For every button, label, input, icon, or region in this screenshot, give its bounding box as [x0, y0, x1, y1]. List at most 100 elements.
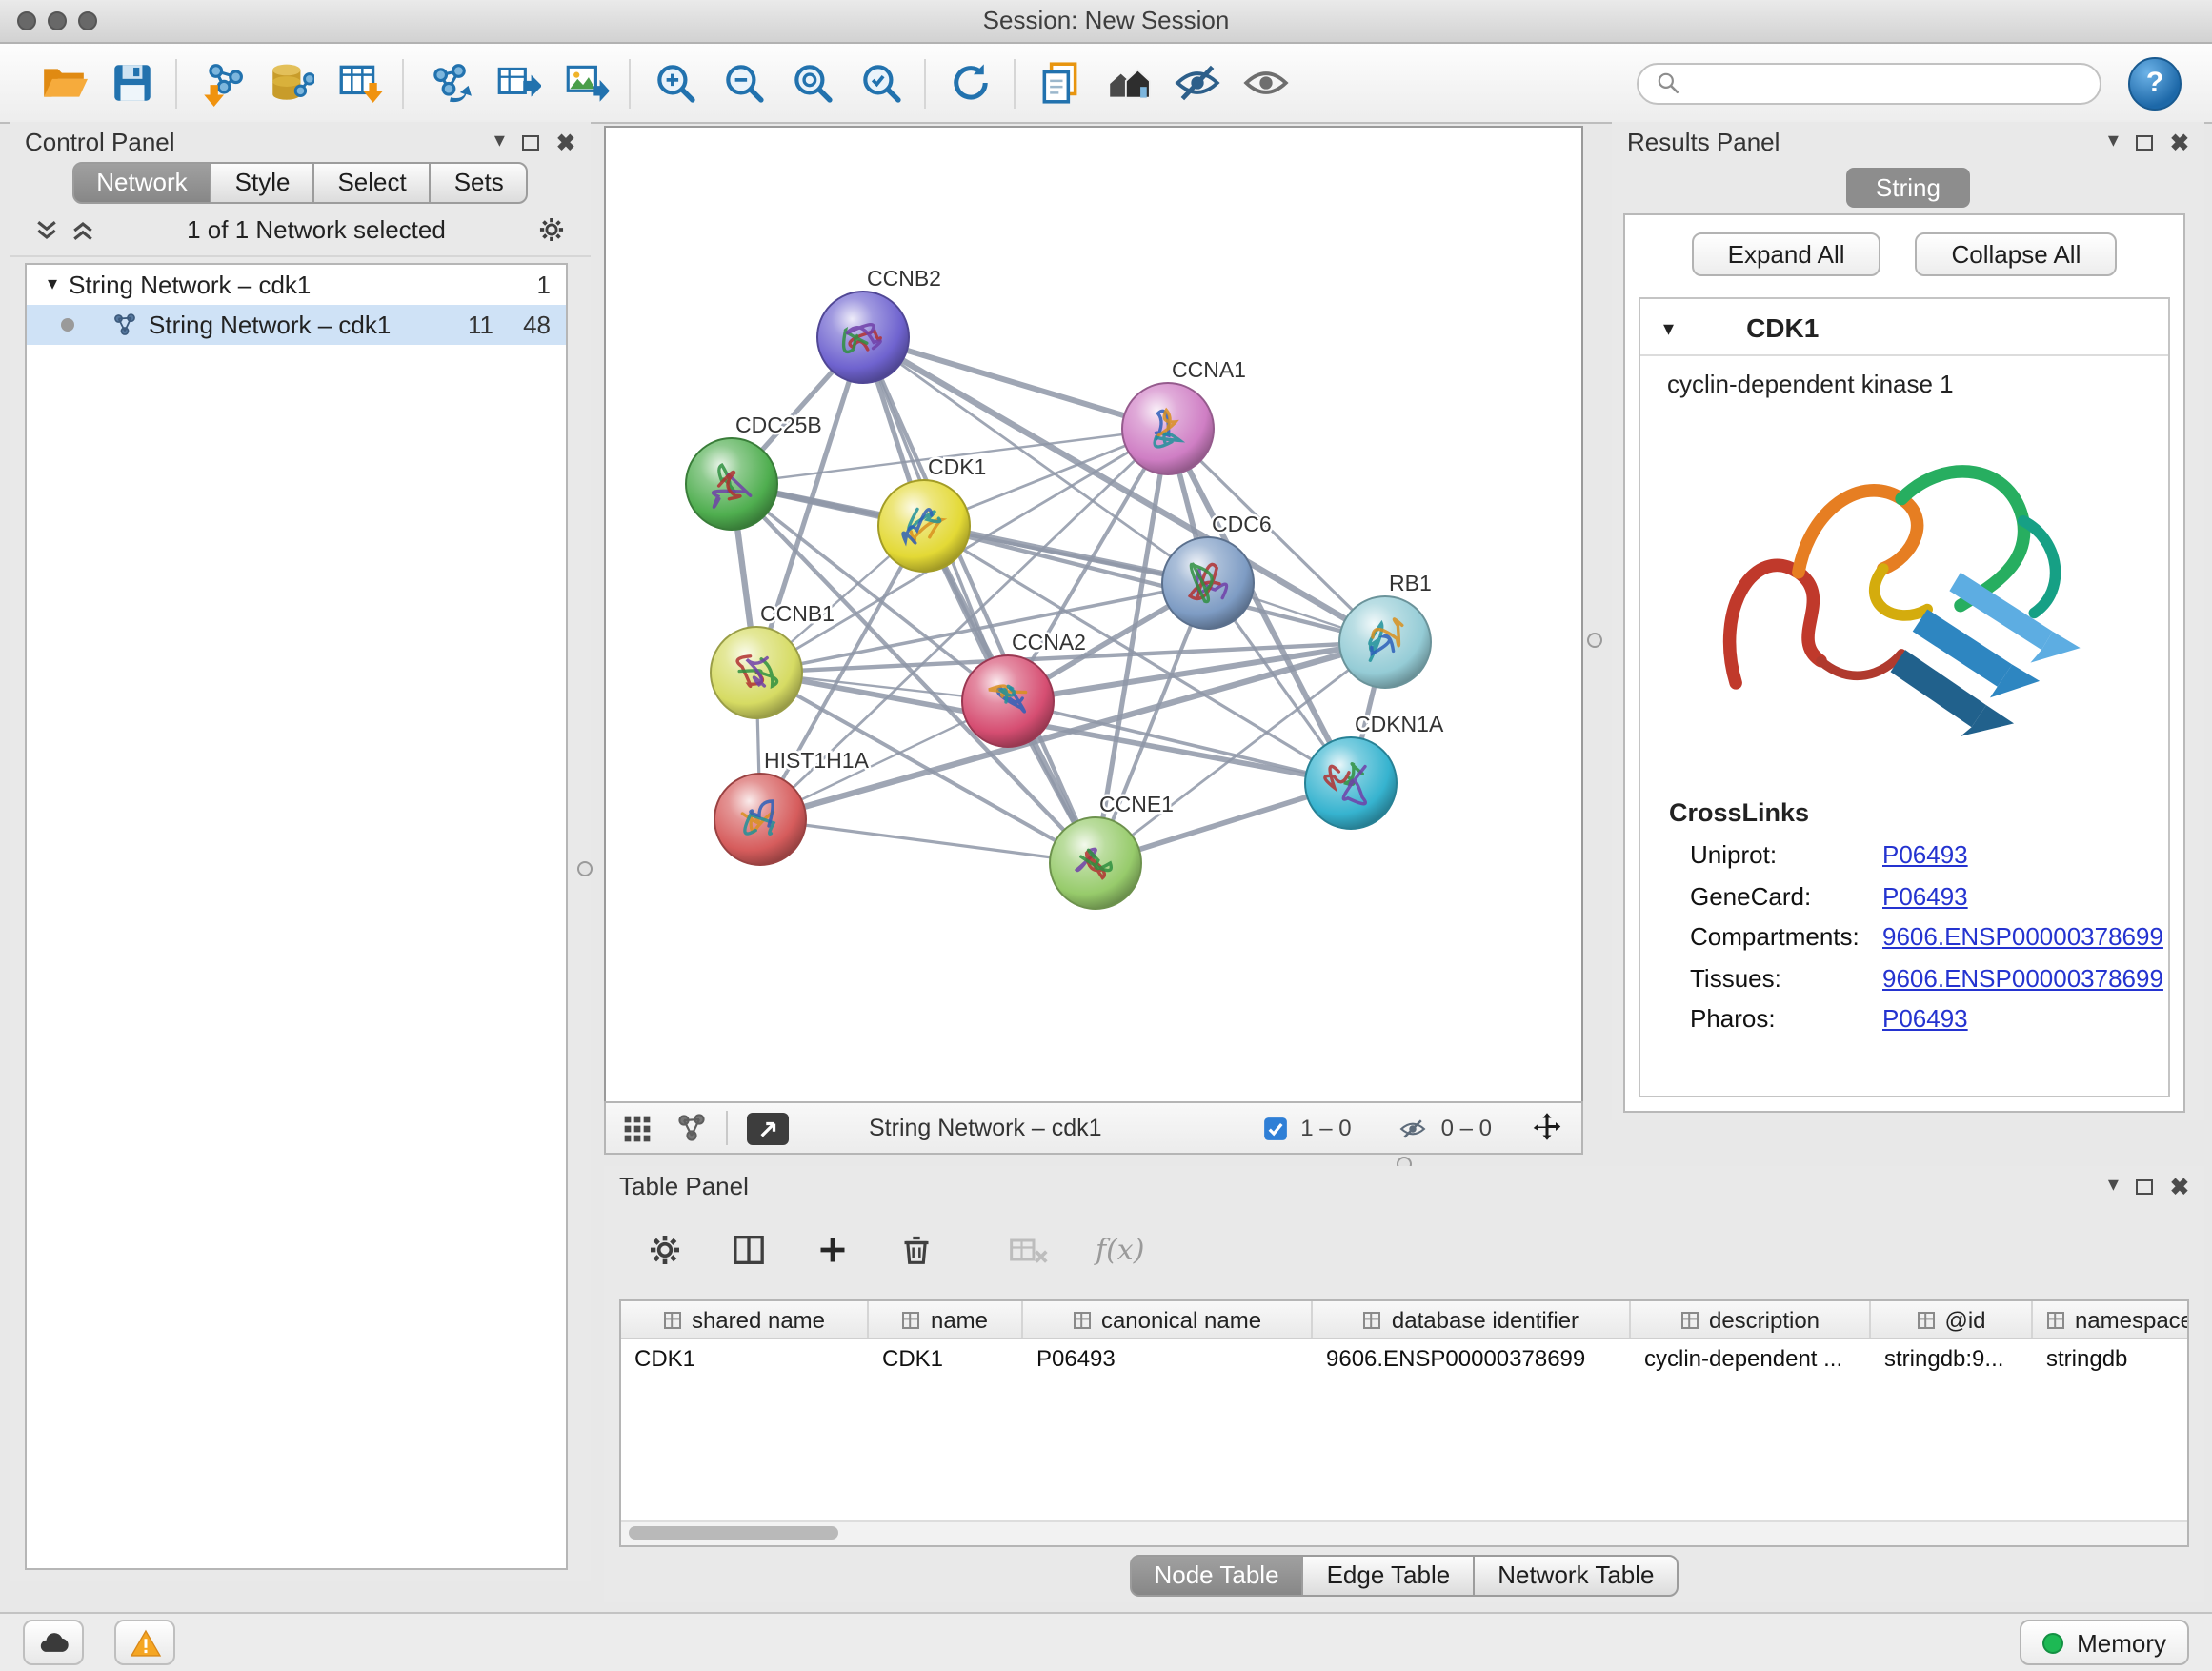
zoom-out-icon[interactable] — [716, 56, 770, 110]
cloud-status-button[interactable] — [23, 1620, 84, 1665]
first-neighbors-icon[interactable] — [1101, 56, 1155, 110]
panel-collapse-icon[interactable]: ▾ — [2108, 1176, 2119, 1197]
refresh-view-icon[interactable] — [943, 56, 996, 110]
delete-column-icon[interactable] — [897, 1230, 935, 1268]
network-tree: ▾ String Network – cdk1 1 String Network… — [25, 263, 568, 1570]
pan-mode-icon[interactable] — [1530, 1111, 1564, 1145]
tab-select[interactable]: Select — [312, 162, 431, 204]
show-columns-icon[interactable] — [730, 1230, 768, 1268]
hidden-elements-icon[interactable] — [1398, 1114, 1430, 1142]
table-horizontal-scrollbar[interactable] — [621, 1520, 2187, 1545]
tab-network-table[interactable]: Network Table — [1473, 1555, 1679, 1597]
panel-close-icon[interactable]: ✖ — [2170, 1175, 2189, 1198]
section-caret-icon[interactable]: ▾ — [1663, 315, 1674, 340]
network-row-selected[interactable]: String Network – cdk1 11 48 — [27, 305, 566, 345]
search-input[interactable] — [1692, 68, 2082, 98]
crosslink-value[interactable]: P06493 — [1882, 881, 1968, 910]
function-builder-icon[interactable]: f(x) — [1096, 1232, 1144, 1266]
expand-all-icon[interactable] — [69, 216, 97, 243]
scrollbar-thumb[interactable] — [629, 1526, 838, 1540]
protein-section-header[interactable]: ▾ CDK1 — [1640, 299, 2168, 356]
detach-view-icon[interactable] — [747, 1112, 789, 1144]
clone-network-icon[interactable] — [1033, 56, 1086, 110]
gear-icon[interactable] — [535, 213, 568, 246]
zoom-in-icon[interactable] — [648, 56, 701, 110]
panel-float-icon[interactable] — [2136, 1178, 2153, 1194]
splitter-knob-right[interactable] — [1587, 633, 1602, 648]
crosslink-value[interactable]: 9606.ENSP00000378699 — [1882, 922, 2163, 951]
expand-all-button[interactable]: Expand All — [1692, 232, 1881, 276]
create-column-icon[interactable] — [814, 1230, 852, 1268]
zoom-selected-icon[interactable] — [854, 56, 907, 110]
search-icon — [1656, 70, 1680, 95]
tab-sets[interactable]: Sets — [430, 162, 529, 204]
selected-nodes-icon[interactable] — [1260, 1114, 1289, 1142]
network-node-RB1[interactable]: RB1 — [1339, 571, 1432, 688]
help-label: ? — [2146, 67, 2163, 99]
tab-edge-table[interactable]: Edge Table — [1302, 1555, 1476, 1597]
column-header-@id[interactable]: @id — [1871, 1301, 2033, 1338]
panel-close-icon[interactable]: ✖ — [556, 131, 575, 153]
column-header-name[interactable]: name — [869, 1301, 1023, 1338]
table-row[interactable]: CDK1CDK1P064939606.ENSP00000378699cyclin… — [621, 1339, 2187, 1376]
open-session-icon[interactable] — [36, 56, 90, 110]
maximize-window-icon[interactable] — [78, 11, 97, 30]
memory-button[interactable]: Memory — [2020, 1620, 2189, 1665]
panel-collapse-icon[interactable]: ▾ — [2108, 131, 2119, 152]
column-header-canonical-name[interactable]: canonical name — [1023, 1301, 1313, 1338]
warnings-button[interactable] — [114, 1620, 175, 1665]
column-header-database-identifier[interactable]: database identifier — [1313, 1301, 1631, 1338]
network-node-CCNB2[interactable]: CCNB2 — [817, 266, 941, 383]
crosslink-value[interactable]: P06493 — [1882, 1004, 1968, 1033]
network-graph[interactable]: CCNB2CCNA1CDC25BCDK1CDC6RB1CCNB1CCNA2CDK… — [606, 128, 1581, 1097]
panel-float-icon[interactable] — [522, 134, 539, 150]
delete-table-icon[interactable] — [1008, 1230, 1050, 1268]
crosslink-label: GeneCard: — [1690, 881, 1882, 910]
export-network-icon[interactable] — [421, 56, 474, 110]
edge-CCNB2-CCNA1[interactable] — [863, 337, 1168, 429]
network-collection-row[interactable]: ▾ String Network – cdk1 1 — [27, 265, 566, 305]
edge-CCNB2-CCNE1[interactable] — [863, 337, 1096, 863]
import-network-database-icon[interactable] — [263, 56, 316, 110]
save-session-icon[interactable] — [105, 56, 158, 110]
network-node-CCNA1[interactable]: CCNA1 — [1122, 357, 1246, 474]
network-node-HIST1H1A[interactable]: HIST1H1A — [714, 748, 870, 865]
search-box[interactable] — [1637, 62, 2101, 104]
panel-float-icon[interactable] — [2136, 134, 2153, 150]
birds-eye-view-icon[interactable] — [623, 1114, 652, 1142]
collapse-all-button[interactable]: Collapse All — [1916, 232, 2118, 276]
panel-close-icon[interactable]: ✖ — [2170, 131, 2189, 153]
hide-selected-icon[interactable] — [1170, 56, 1223, 110]
splitter-knob-left[interactable] — [577, 861, 593, 876]
crosslink-value[interactable]: P06493 — [1882, 840, 1968, 869]
show-all-icon[interactable] — [1238, 56, 1292, 110]
tab-network[interactable]: Network — [71, 162, 211, 204]
tab-style[interactable]: Style — [211, 162, 315, 204]
network-canvas[interactable]: CCNB2CCNA1CDC25BCDK1CDC6RB1CCNB1CCNA2CDK… — [604, 126, 1583, 1103]
network-overview-icon[interactable] — [676, 1113, 707, 1143]
minimize-window-icon[interactable] — [48, 11, 67, 30]
tab-string[interactable]: String — [1845, 168, 1971, 208]
column-header-shared-name[interactable]: shared name — [621, 1301, 869, 1338]
close-window-icon[interactable] — [17, 11, 36, 30]
column-type-icon — [1680, 1310, 1699, 1329]
column-header-namespace[interactable]: namespace — [2033, 1301, 2189, 1338]
tree-caret-icon[interactable]: ▾ — [48, 274, 57, 295]
zoom-fit-icon[interactable] — [785, 56, 838, 110]
network-node-CDC25B[interactable]: CDC25B — [686, 413, 822, 530]
import-network-file-icon[interactable] — [194, 56, 248, 110]
column-header-description[interactable]: description — [1631, 1301, 1871, 1338]
node-label-CCNB2: CCNB2 — [867, 266, 941, 291]
network-selection-status: 1 of 1 Network selected — [97, 215, 535, 244]
import-table-icon[interactable] — [332, 56, 385, 110]
crosslink-value[interactable]: 9606.ENSP00000378699 — [1882, 963, 2163, 992]
panel-collapse-icon[interactable]: ▾ — [494, 131, 505, 152]
table-settings-gear-icon[interactable] — [646, 1230, 684, 1268]
collapse-all-icon[interactable] — [32, 216, 61, 243]
export-image-icon[interactable] — [558, 56, 612, 110]
edge-CCNE1-HIST1H1A[interactable] — [760, 819, 1096, 863]
control-panel-tabs: NetworkStyleSelectSets — [10, 164, 591, 204]
export-table-icon[interactable] — [490, 56, 543, 110]
help-button[interactable]: ? — [2128, 56, 2182, 110]
tab-node-table[interactable]: Node Table — [1129, 1555, 1303, 1597]
